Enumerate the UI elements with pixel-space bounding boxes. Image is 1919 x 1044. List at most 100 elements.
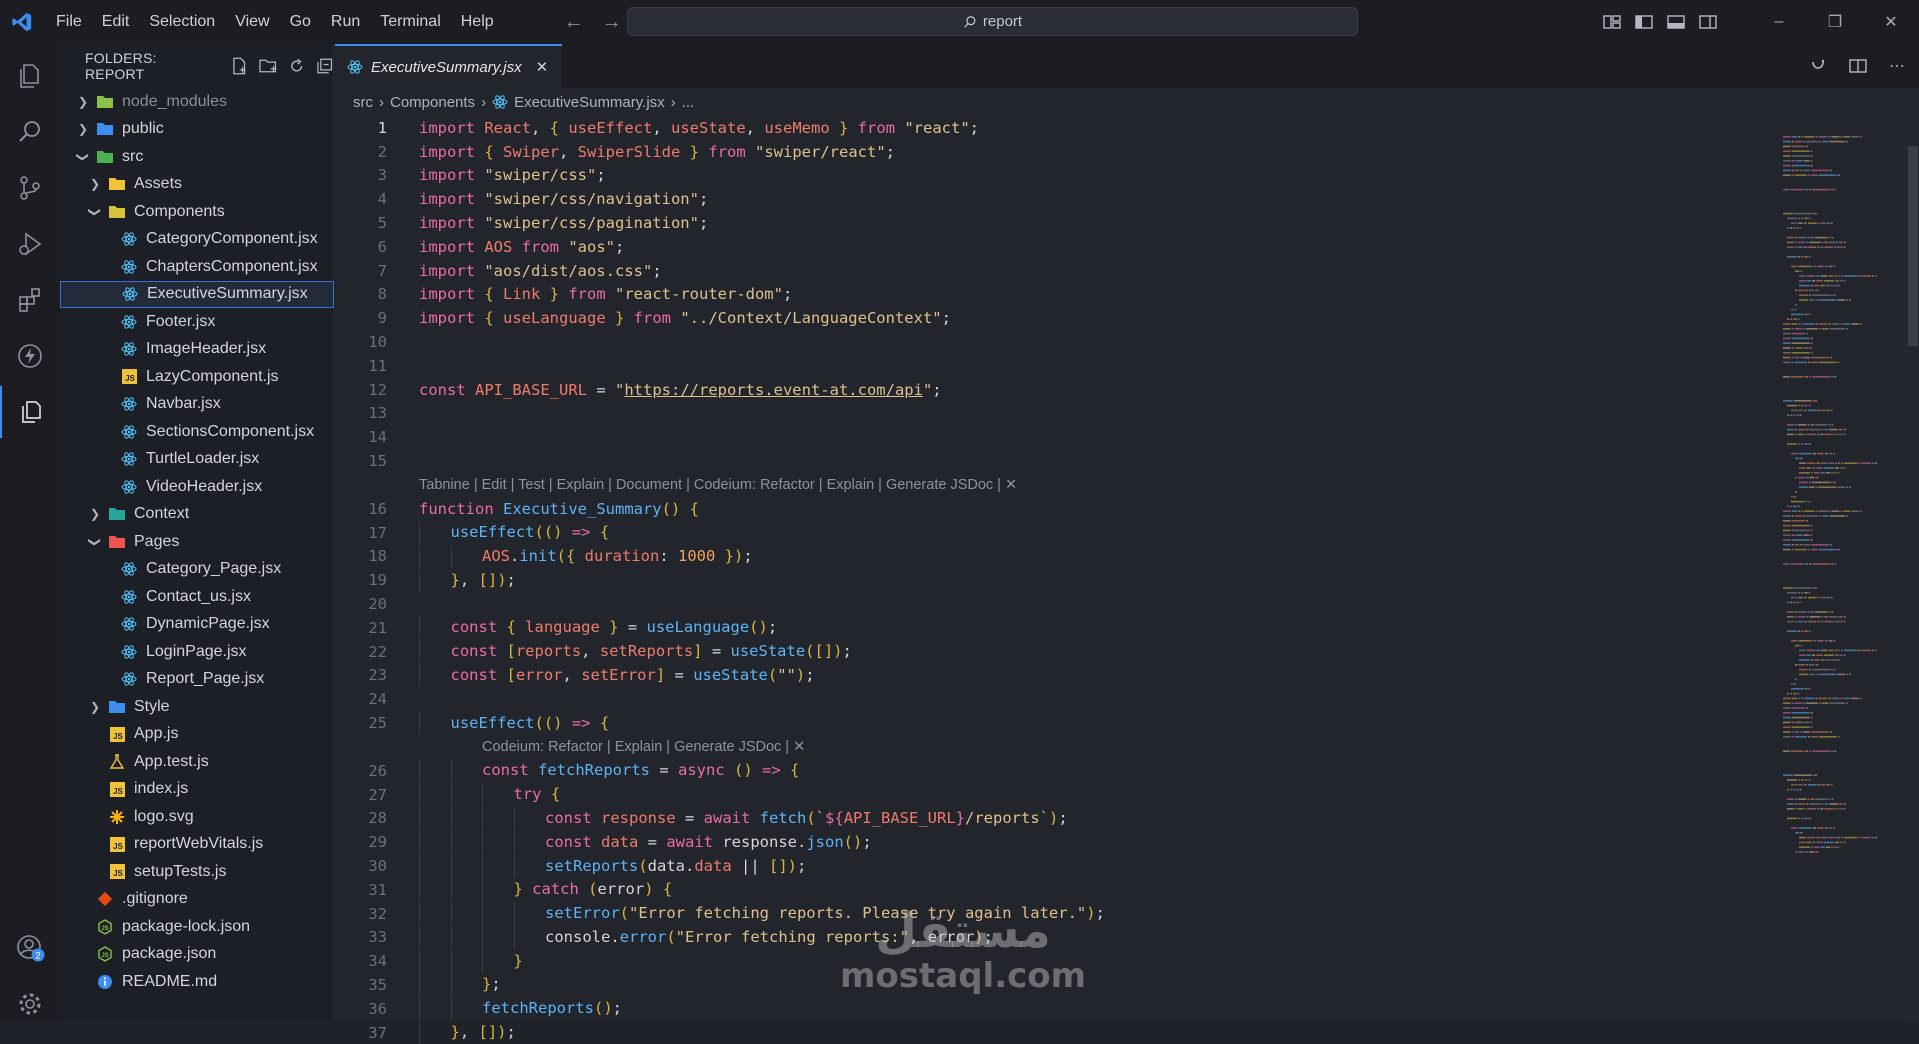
chevron-down-icon[interactable]: ❯: [88, 535, 102, 549]
tree-folder[interactable]: ❯ Components: [60, 198, 334, 226]
chevron-right-icon[interactable]: ❯: [88, 507, 102, 521]
tree-file[interactable]: ExecutiveSummary.jsx: [60, 280, 334, 308]
menu-edit[interactable]: Edit: [92, 0, 140, 44]
code-line[interactable]: 27 try {: [335, 783, 1775, 807]
breadcrumb-item[interactable]: ExecutiveSummary.jsx: [514, 94, 665, 111]
source-control-icon[interactable]: [0, 162, 60, 214]
chevron-down-icon[interactable]: ❯: [88, 205, 102, 219]
code-line[interactable]: 2 import { Swiper, SwiperSlide } from "sw…: [335, 140, 1775, 164]
code-lens-text[interactable]: Tabnine | Edit | Test | Explain | Docume…: [419, 477, 1017, 493]
code-line[interactable]: 17 useEffect(() => {: [335, 521, 1775, 545]
split-editor-icon[interactable]: [1849, 58, 1867, 74]
code-line[interactable]: 3 import "swiper/css";: [335, 164, 1775, 188]
code-line[interactable]: 21 const { language } = useLanguage();: [335, 616, 1775, 640]
settings-gear-icon[interactable]: [0, 978, 60, 1030]
tree-file[interactable]: ChaptersComponent.jsx: [60, 253, 334, 281]
tree-folder[interactable]: ❯ Context: [60, 501, 334, 529]
tree-file[interactable]: Contact_us.jsx: [60, 583, 334, 611]
chevron-right-icon[interactable]: ❯: [88, 177, 102, 191]
tab-close-icon[interactable]: ✕: [536, 58, 549, 76]
command-center-search[interactable]: report: [627, 7, 1358, 36]
tree-file[interactable]: JS reportWebVitals.js: [60, 831, 334, 859]
menu-help[interactable]: Help: [451, 0, 504, 44]
tree-folder[interactable]: ❯ Style: [60, 693, 334, 721]
code-line[interactable]: 20: [335, 592, 1775, 616]
customize-layout-icon[interactable]: [1603, 14, 1621, 30]
code-lens[interactable]: Tabnine | Edit | Test | Explain | Docume…: [335, 473, 1775, 497]
toggle-secondary-sidebar-icon[interactable]: [1699, 14, 1717, 30]
tree-file[interactable]: ImageHeader.jsx: [60, 336, 334, 364]
explorer-icon[interactable]: [0, 50, 60, 102]
scrollbar-thumb[interactable]: [1908, 146, 1918, 346]
new-folder-icon[interactable]: [259, 57, 278, 75]
code-line[interactable]: 29 const data = await response.json();: [335, 830, 1775, 854]
code-line[interactable]: 19}, []);: [335, 568, 1775, 592]
tree-file[interactable]: .gitignore: [60, 886, 334, 914]
menu-run[interactable]: Run: [321, 0, 370, 44]
tree-file[interactable]: Report_Page.jsx: [60, 666, 334, 694]
accounts-icon[interactable]: 2: [0, 922, 60, 974]
tree-folder[interactable]: ❯ public: [60, 116, 334, 144]
menu-terminal[interactable]: Terminal: [370, 0, 450, 44]
tab-executive-summary[interactable]: ExecutiveSummary.jsx ✕: [335, 44, 563, 88]
code-line[interactable]: 14: [335, 425, 1775, 449]
chevron-right-icon[interactable]: ❯: [76, 122, 90, 136]
code-line[interactable]: 31} catch (error) {: [335, 878, 1775, 902]
minimize-icon[interactable]: –: [1751, 0, 1807, 44]
code-line[interactable]: 30 setReports(data.data || []);: [335, 854, 1775, 878]
tree-file[interactable]: TurtleLoader.jsx: [60, 446, 334, 474]
code-line[interactable]: 13: [335, 402, 1775, 426]
code-line[interactable]: 12 const API_BASE_URL = "https://reports.…: [335, 378, 1775, 402]
breadcrumb-item[interactable]: src: [353, 94, 373, 111]
code-line[interactable]: 6 import AOS from "aos";: [335, 235, 1775, 259]
chevron-down-icon[interactable]: ❯: [76, 150, 90, 164]
back-arrow-icon[interactable]: ←: [564, 11, 584, 34]
code-line[interactable]: 24: [335, 687, 1775, 711]
tree-file[interactable]: logo.svg: [60, 803, 334, 831]
codeium-chat-icon[interactable]: [1809, 58, 1827, 74]
code-line[interactable]: 15: [335, 449, 1775, 473]
code-line[interactable]: 28 const response = await fetch(`${API_BA…: [335, 806, 1775, 831]
chevron-right-icon[interactable]: ❯: [88, 700, 102, 714]
tree-folder[interactable]: ❯ src: [60, 143, 334, 171]
tree-file[interactable]: JS LazyComponent.js: [60, 363, 334, 391]
collapse-all-icon[interactable]: [316, 57, 333, 75]
tree-file[interactable]: VideoHeader.jsx: [60, 473, 334, 501]
more-actions-icon[interactable]: ⋯: [1889, 56, 1905, 76]
code-line[interactable]: 37}, []);: [335, 1021, 1775, 1044]
menu-file[interactable]: File: [46, 0, 92, 44]
tree-file[interactable]: Navbar.jsx: [60, 391, 334, 419]
tree-file[interactable]: SectionsComponent.jsx: [60, 418, 334, 446]
code-lens[interactable]: Codeium: Refactor | Explain | Generate J…: [335, 735, 1775, 759]
tree-file[interactable]: App.test.js: [60, 748, 334, 776]
code-line[interactable]: 23 const [error, setError] = useState("")…: [335, 663, 1775, 688]
code-line[interactable]: 26 const fetchReports = async () => {: [335, 759, 1775, 783]
code-line[interactable]: 4 import "swiper/css/navigation";: [335, 187, 1775, 211]
tree-file[interactable]: JS package-lock.json: [60, 913, 334, 941]
tree-file[interactable]: LoginPage.jsx: [60, 638, 334, 666]
minimap[interactable]: [1779, 132, 1889, 872]
search-view-icon[interactable]: [0, 106, 60, 158]
project-manager-icon[interactable]: [0, 386, 60, 438]
run-debug-icon[interactable]: [0, 218, 60, 270]
menu-go[interactable]: Go: [280, 0, 321, 44]
code-line[interactable]: 36 fetchReports();: [335, 997, 1775, 1021]
extensions-icon[interactable]: [0, 274, 60, 326]
forward-arrow-icon[interactable]: →: [602, 11, 622, 34]
lightning-extension-icon[interactable]: [0, 330, 60, 382]
tree-file[interactable]: JS App.js: [60, 721, 334, 749]
code-line[interactable]: 10: [335, 330, 1775, 354]
code-line[interactable]: 22 const [reports, setReports] = useState…: [335, 640, 1775, 664]
tree-file[interactable]: JS setupTests.js: [60, 858, 334, 886]
code-line[interactable]: 25 useEffect(() => {: [335, 711, 1775, 735]
code-line[interactable]: 5 import "swiper/css/pagination";: [335, 211, 1775, 235]
code-line[interactable]: 9 import { useLanguage } from "../Context…: [335, 306, 1775, 330]
code-line[interactable]: 11: [335, 354, 1775, 378]
tree-file[interactable]: JS index.js: [60, 776, 334, 804]
editor-scrollbar[interactable]: [1905, 116, 1919, 1021]
tree-file[interactable]: CategoryComponent.jsx: [60, 226, 334, 254]
toggle-primary-sidebar-icon[interactable]: [1635, 14, 1653, 30]
code-line[interactable]: 8 import { Link } from "react-router-dom"…: [335, 283, 1775, 307]
refresh-icon[interactable]: [288, 57, 305, 75]
code-line[interactable]: 18 AOS.init({ duration: 1000 });: [335, 544, 1775, 569]
